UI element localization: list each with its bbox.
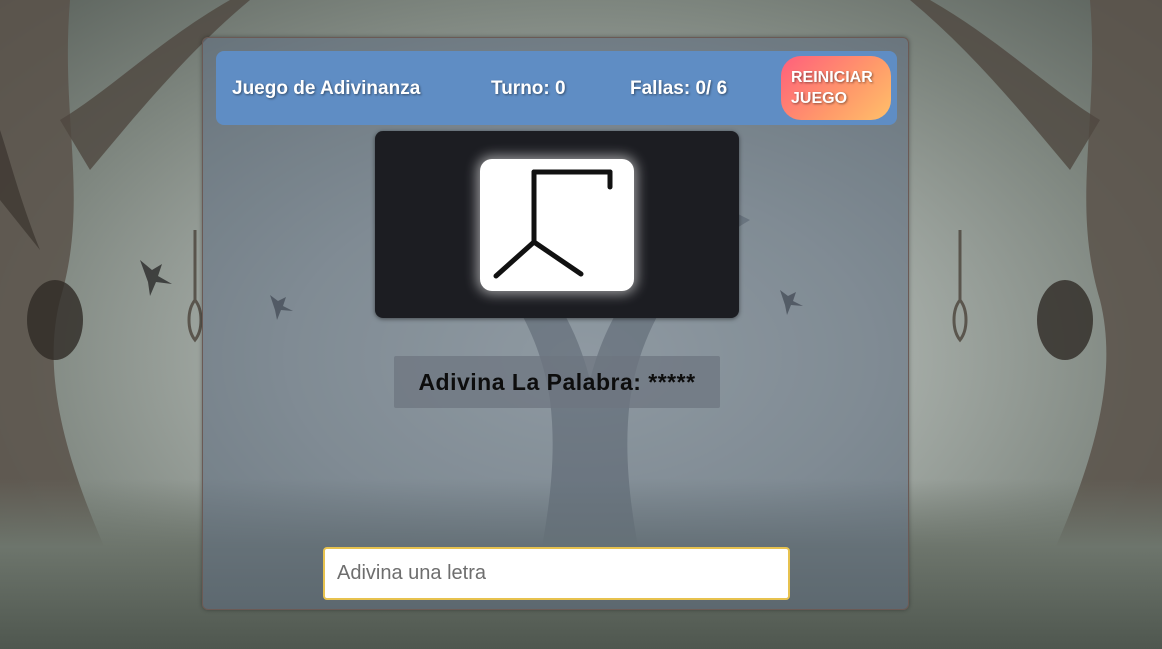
game-header: Juego de Adivinanza Turno: 0 Fallas: 0/ … <box>216 51 897 125</box>
game-title: Juego de Adivinanza <box>232 78 421 99</box>
turn-counter: Turno: 0 <box>491 78 566 99</box>
letter-guess-input[interactable] <box>323 547 790 600</box>
game-panel: Juego de Adivinanza Turno: 0 Fallas: 0/ … <box>202 37 909 610</box>
hangman-drawing-card <box>480 159 634 291</box>
hangman-stage <box>375 131 739 318</box>
fails-counter: Fallas: 0/ 6 <box>630 78 728 99</box>
word-prompt: Adivina La Palabra: ***** <box>394 356 720 408</box>
reset-game-button[interactable]: REINICIAR JUEGO <box>781 56 891 120</box>
hangman-gallows-icon <box>493 169 613 279</box>
